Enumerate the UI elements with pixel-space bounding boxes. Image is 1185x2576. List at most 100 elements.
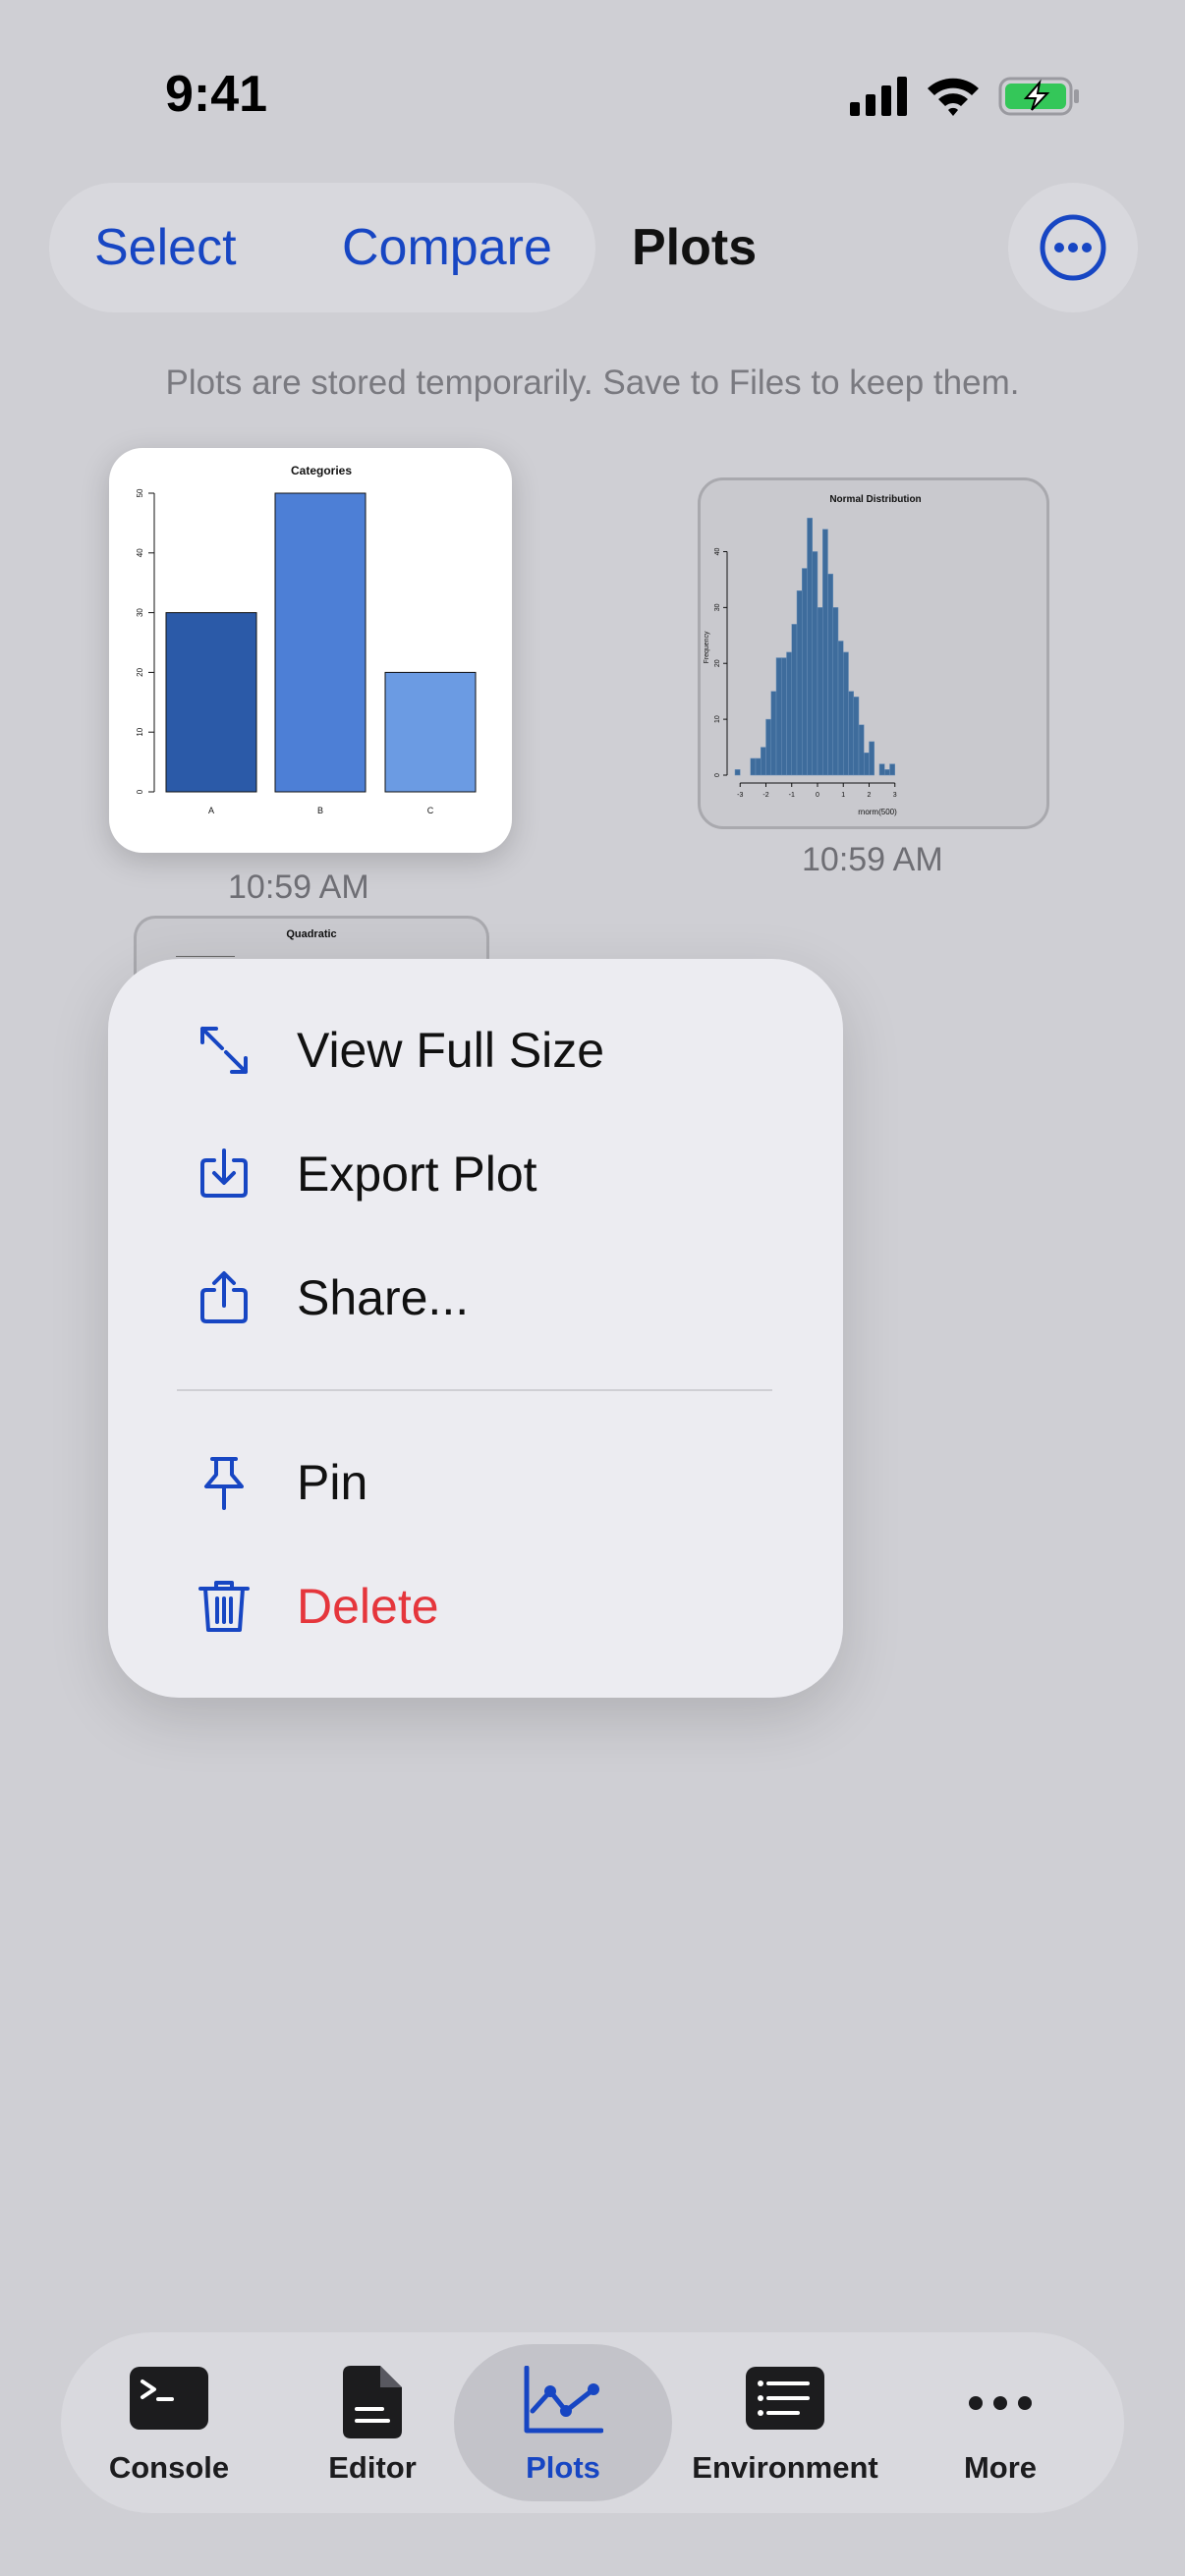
menu-item-share[interactable]: Share... xyxy=(108,1244,843,1352)
menu-item-label: Delete xyxy=(297,1579,439,1634)
menu-item-view-full-size[interactable]: View Full Size xyxy=(108,996,843,1104)
cellular-signal-icon xyxy=(850,77,907,116)
histogram-bar xyxy=(832,607,839,776)
histogram-bar xyxy=(770,691,777,776)
histogram-bar xyxy=(734,769,741,776)
histogram-bar xyxy=(822,529,828,776)
plot-timestamp: 10:59 AM xyxy=(802,841,943,878)
x-tick-label: -2 xyxy=(762,792,768,799)
x-tick-label: -3 xyxy=(737,792,743,799)
battery-charging-icon xyxy=(998,77,1079,116)
x-tick-label: C xyxy=(427,806,434,815)
pin-icon xyxy=(204,1457,244,1510)
bar-A xyxy=(165,612,257,793)
histogram-bar xyxy=(781,657,787,776)
menu-item-export-plot[interactable]: Export Plot xyxy=(108,1120,843,1228)
plot-thumbnail-normal-distribution[interactable]: Normal Distribution rnorm(500) Frequency… xyxy=(698,477,1049,829)
trash-icon xyxy=(198,1581,250,1632)
y-tick-label: 30 xyxy=(714,603,721,611)
chart-frame-edge xyxy=(176,956,235,957)
histogram-bar xyxy=(817,607,823,776)
chart-title: Normal Distribution xyxy=(829,494,921,505)
histogram-bar xyxy=(761,747,766,776)
y-tick-label: 0 xyxy=(136,789,144,794)
status-bar: 9:41 xyxy=(0,0,1185,187)
tab-label: More xyxy=(963,2450,1038,2485)
chart-title: Categories xyxy=(291,464,352,477)
menu-item-pin[interactable]: Pin xyxy=(108,1428,843,1537)
histogram-bar xyxy=(889,763,895,776)
chart-title: Quadratic xyxy=(286,928,337,940)
y-tick-label: 40 xyxy=(714,547,721,555)
histogram-bar xyxy=(864,752,870,776)
chart-line-icon xyxy=(524,2366,603,2434)
histogram-bar xyxy=(812,551,818,776)
ellipsis-circle-icon xyxy=(1040,214,1106,281)
wifi-icon xyxy=(928,78,979,116)
x-tick-label: 0 xyxy=(816,792,819,799)
menu-item-label: View Full Size xyxy=(297,1023,605,1078)
terminal-icon xyxy=(130,2367,208,2430)
menu-item-delete[interactable]: Delete xyxy=(108,1552,843,1660)
bar-C xyxy=(384,671,477,793)
document-icon xyxy=(343,2366,402,2438)
storage-notice: Plots are stored temporarily. Save to Fi… xyxy=(165,364,1020,402)
histogram-bar xyxy=(807,518,813,776)
tab-console[interactable]: Console xyxy=(100,2332,238,2513)
x-tick-label: 1 xyxy=(841,792,845,799)
x-axis-label: rnorm(500) xyxy=(858,808,897,816)
page-title: Plots xyxy=(632,219,758,276)
select-button[interactable]: Select xyxy=(94,183,237,312)
context-menu: View Full Size Export Plot Share... Pin … xyxy=(108,959,843,1698)
histogram-bar xyxy=(878,763,885,776)
y-tick-label: 20 xyxy=(136,667,144,676)
plot-thumbnail-categories[interactable]: Categories A B C 0 10 20 30 40 50 xyxy=(109,448,512,853)
tab-bar: Console Editor Plots Environment More xyxy=(61,2332,1124,2513)
histogram-bar xyxy=(858,724,865,776)
tab-label: Plots xyxy=(526,2450,600,2485)
histogram-bar xyxy=(837,641,844,776)
y-tick-label: 20 xyxy=(714,659,721,667)
y-tick-label: 10 xyxy=(136,727,144,736)
list-icon xyxy=(746,2367,824,2430)
x-tick-label: 3 xyxy=(893,792,897,799)
expand-arrows-icon xyxy=(200,1027,248,1074)
y-tick-label: 30 xyxy=(136,608,144,617)
histogram-bar xyxy=(791,624,798,776)
histogram-bar xyxy=(755,757,762,776)
histogram-bar xyxy=(750,757,757,776)
tab-label: Environment xyxy=(692,2450,878,2485)
menu-divider xyxy=(177,1389,772,1391)
x-tick-label: B xyxy=(317,806,323,815)
histogram-bar xyxy=(796,590,803,776)
histogram-bar xyxy=(802,568,808,776)
histogram-bar xyxy=(827,573,833,776)
tab-more[interactable]: More xyxy=(941,2332,1059,2513)
x-tick-label: -1 xyxy=(789,792,795,799)
histogram-bar xyxy=(869,741,875,776)
tray-arrow-down-icon xyxy=(200,1148,248,1198)
y-tick-label: 50 xyxy=(136,488,144,497)
histogram-bar xyxy=(853,697,860,776)
menu-item-label: Export Plot xyxy=(297,1147,537,1202)
more-options-button[interactable] xyxy=(1008,183,1138,312)
bar-B xyxy=(274,492,367,793)
histogram-bar xyxy=(786,651,792,776)
status-time: 9:41 xyxy=(165,66,268,123)
menu-item-label: Share... xyxy=(297,1270,470,1325)
share-icon xyxy=(200,1271,248,1323)
x-tick-label: A xyxy=(208,806,214,815)
bar-chart: Categories A B C 0 10 20 30 40 50 xyxy=(136,464,477,815)
histogram-bar xyxy=(765,718,771,776)
plot-timestamp: 10:59 AM xyxy=(228,868,369,906)
compare-button[interactable]: Compare xyxy=(342,183,552,312)
y-tick-label: 40 xyxy=(136,548,144,557)
tab-editor[interactable]: Editor xyxy=(309,2332,436,2513)
tab-label: Console xyxy=(108,2450,230,2485)
histogram-chart: Normal Distribution rnorm(500) Frequency… xyxy=(704,494,922,816)
tab-environment[interactable]: Environment xyxy=(680,2332,890,2513)
histogram-bar xyxy=(775,657,782,776)
y-tick-label: 10 xyxy=(714,715,721,723)
menu-item-label: Pin xyxy=(297,1455,368,1510)
tab-plots[interactable]: Plots xyxy=(494,2332,632,2513)
